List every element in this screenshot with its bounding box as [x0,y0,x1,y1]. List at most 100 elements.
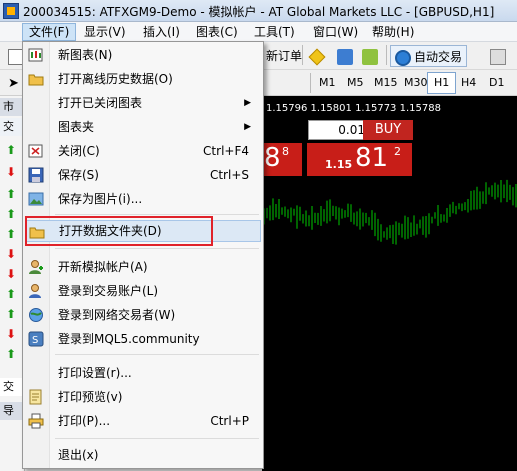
metaeditor-icon [308,48,326,65]
up-arrow-icon: ⬆ [6,307,17,321]
menu-item-label: 登录到交易账户(L) [58,284,159,298]
up-arrow-icon: ⬆ [6,347,17,361]
menu-insert[interactable]: 插入(I) [137,23,186,41]
menu-bar: 文件(F) 显示(V) 插入(I) 图表(C) 工具(T) 窗口(W) 帮助(H… [0,22,517,42]
menu-item-open-offline[interactable]: 打开离线历史数据(O) [25,68,261,90]
timeframe-h1[interactable]: H1 [427,72,457,94]
menu-file[interactable]: 文件(F) [22,23,77,41]
signals-icon [337,48,353,65]
metaeditor-button[interactable] [307,45,330,67]
menu-tools[interactable]: 工具(T) [248,23,301,41]
toolbar-separator [386,45,387,65]
down-arrow-icon: ⬇ [6,165,17,179]
navigator-icon [362,48,378,65]
menu-view[interactable]: 显示(V) [78,23,132,41]
menu-item-exit[interactable]: 退出(x) [25,444,261,466]
toolbar-separator [302,45,303,65]
up-arrow-icon: ⬆ [6,207,17,221]
menu-item-label: 保存(S) [58,168,99,182]
print-icon [28,413,44,429]
timeframe-d1[interactable]: D1 [483,72,510,94]
menu-item-save[interactable]: 保存(S) Ctrl+S [25,164,261,186]
menu-item-close[interactable]: 关闭(C) Ctrl+F4 [25,140,261,162]
menu-item-print[interactable]: 打印(P)... Ctrl+P [25,410,261,432]
menu-item-print-setup[interactable]: 打印设置(r)... [25,362,261,384]
menu-item-login-mql5[interactable]: S 登录到MQL5.community [25,328,261,350]
down-arrow-icon: ⬇ [6,327,17,341]
menu-item-print-preview[interactable]: 打印预览(v) [25,386,261,408]
menu-item-label: 开新模拟帐户(A) [58,260,148,274]
menu-item-new-chart[interactable]: 新图表(N) [25,44,261,66]
signals-button[interactable] [333,45,360,67]
cursor-icon: ➤ [8,76,19,91]
chart-window[interactable]: 1.15796 1.15801 1.15773 1.15788 0.01 BUY… [262,96,517,471]
menu-separator [55,438,259,439]
save-picture-icon [28,191,44,207]
close-chart-icon [28,143,44,159]
menu-item-label: 登录到MQL5.community [58,332,200,346]
menu-separator [55,354,259,355]
menu-item-open-demo-account[interactable]: 开新模拟帐户(A) [25,256,261,278]
print-preview-icon [28,389,44,405]
toolbar-separator [310,73,311,93]
login-trade-icon [28,283,44,299]
autotrading-button[interactable]: 自动交易 [390,45,468,67]
down-arrow-icon: ⬇ [6,247,17,261]
window-title: 200034515: ATFXGM9-Demo - 模拟帐户 - AT Glob… [23,5,495,19]
open-folder-icon [28,71,44,87]
new-chart-icon [28,47,44,63]
menu-item-label: 登录到网络交易者(W) [58,308,176,322]
menu-item-label: 打开已关闭图表 [58,96,143,110]
menu-item-label: 关闭(C) [58,144,100,158]
autotrading-icon [395,49,411,66]
timeframe-m5[interactable]: M5 [341,72,370,94]
menu-item-save-picture[interactable]: 保存为图片(i)... [25,188,261,210]
menu-item-profiles[interactable]: 图表夹 ▶ [25,116,261,138]
mql5-icon: S [28,331,44,347]
menu-item-label: 打印(P)... [58,414,111,428]
menu-item-shortcut: Ctrl+P [210,414,249,428]
timeframe-h4[interactable]: H4 [455,72,482,94]
file-menu-dropdown: 新图表(N) 打开离线历史数据(O) 打开已关闭图表 ▶ 图表夹 ▶ 关闭(C)… [22,41,264,469]
menu-item-label: 图表夹 [58,120,95,134]
new-order-label: 新订单 [266,49,303,63]
autotrading-label: 自动交易 [414,50,463,64]
up-arrow-icon: ⬆ [6,227,17,241]
timeframe-m1[interactable]: M1 [313,72,342,94]
menu-item-label: 打印设置(r)... [58,366,132,380]
highlight-annotation-box [25,216,213,246]
menu-chart[interactable]: 图表(C) [190,23,244,41]
web-trader-icon [28,307,44,323]
menu-window[interactable]: 窗口(W) [307,23,364,41]
menu-separator [55,248,259,249]
up-arrow-icon: ⬆ [6,287,17,301]
demo-account-icon [28,259,44,275]
new-order-button[interactable]: 新订单 [262,45,306,67]
menu-item-label: 打印预览(v) [58,390,123,404]
menu-item-label: 保存为图片(i)... [58,192,143,206]
menu-item-label: 退出(x) [58,448,99,462]
menu-item-label: 新图表(N) [58,48,113,62]
up-arrow-icon: ⬆ [6,143,17,157]
save-icon [28,167,44,183]
menu-item-login-web-trader[interactable]: 登录到网络交易者(W) [25,304,261,326]
up-arrow-icon: ⬆ [6,187,17,201]
menu-item-label: 打开离线历史数据(O) [58,72,173,86]
candles-svg [263,179,517,245]
new-order-toolbar-button[interactable] [486,45,513,67]
svg-text:S: S [32,335,38,346]
menu-separator [55,214,259,215]
navigator-button[interactable] [358,45,385,67]
down-arrow-icon: ⬇ [6,267,17,281]
order-icon [490,48,506,65]
menu-item-login-trade[interactable]: 登录到交易账户(L) [25,280,261,302]
menu-item-open-closed-charts[interactable]: 打开已关闭图表 ▶ [25,92,261,114]
menu-help[interactable]: 帮助(H) [366,23,420,41]
menu-item-shortcut: Ctrl+S [209,168,249,182]
submenu-arrow-icon: ▶ [244,98,251,108]
title-bar: 200034515: ATFXGM9-Demo - 模拟帐户 - AT Glob… [0,0,517,22]
cursor-tool[interactable]: ➤ [4,72,23,94]
menu-item-shortcut: Ctrl+F4 [203,144,249,158]
submenu-arrow-icon: ▶ [244,122,251,132]
app-icon [3,3,19,19]
